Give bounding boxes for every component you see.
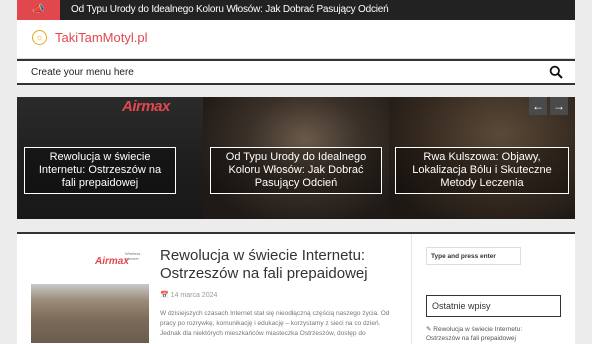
post-thumbnail[interactable]: Airmax Wireless Internet — [31, 248, 149, 343]
search-icon[interactable] — [549, 65, 563, 79]
airmax-logo: Airmax — [122, 98, 170, 115]
slide-caption-link[interactable]: Rewolucja w świecie Internetu: Ostrzeszó… — [24, 147, 176, 194]
slide-3[interactable]: Rwa Kulszowa: Objawy, Lokalizacja Bólu i… — [389, 97, 575, 219]
sidebar: Type and press enter Ostatnie wpisy ✎ Re… — [411, 234, 576, 344]
site-title-link[interactable]: TakiTamMotyl.pl — [55, 30, 147, 45]
post-date-text: 14 marca 2024 — [170, 292, 218, 299]
slider-prev-button[interactable]: ← — [529, 97, 547, 115]
slide-2[interactable]: Od Typu Urody do Idealnego Koloru Włosów… — [203, 97, 389, 219]
slide-1[interactable]: Airmax Rewolucja w świecie Internetu: Os… — [17, 97, 203, 219]
recent-post-link[interactable]: ✎ Rewolucja w świecie Internetu: — [426, 325, 522, 333]
slide-caption-link[interactable]: Rwa Kulszowa: Objawy, Lokalizacja Bólu i… — [395, 147, 569, 194]
recent-posts-title: Ostatnie wpisy — [432, 301, 491, 311]
top-ticker-bar: 📣 Od Typu Urody do Idealnego Koloru Włos… — [17, 0, 575, 20]
megaphone-icon: 📣 — [17, 0, 60, 20]
recent-post-text[interactable]: Rewolucja w świecie Internetu: — [433, 326, 522, 333]
main-content: Airmax Wireless Internet Rewolucja w świ… — [17, 232, 575, 344]
slider-next-button[interactable]: → — [550, 97, 568, 115]
recent-posts-widget-title-box: Ostatnie wpisy — [426, 295, 561, 317]
post-date: 📅 14 marca 2024 — [160, 292, 218, 299]
post-title-link[interactable]: Rewolucja w świecie Internetu: Ostrzeszó… — [160, 247, 395, 283]
post-excerpt: W dzisiejszych czasach Internet stał się… — [160, 310, 390, 337]
menu-placeholder-link[interactable]: Create your menu here — [31, 67, 134, 78]
sun-icon: ☼ — [32, 30, 47, 45]
sidebar-search-input[interactable]: Type and press enter — [426, 247, 521, 265]
site-header: ☼ TakiTamMotyl.pl — [17, 20, 575, 59]
ticker-headline-link[interactable]: Od Typu Urody do Idealnego Koloru Włosów… — [71, 0, 389, 20]
slide-caption-link[interactable]: Od Typu Urody do Idealnego Koloru Włosów… — [210, 147, 382, 194]
recent-post-text[interactable]: Ostrzeszów na fali prepaidowej — [426, 335, 516, 342]
airmax-tagline: Wireless Internet — [125, 251, 141, 261]
main-navigation: Create your menu here — [17, 59, 575, 85]
airmax-logo: Airmax — [95, 256, 129, 267]
featured-slider: Airmax Rewolucja w świecie Internetu: Os… — [17, 97, 575, 219]
recent-post-link[interactable]: Ostrzeszów na fali prepaidowej — [426, 335, 516, 342]
